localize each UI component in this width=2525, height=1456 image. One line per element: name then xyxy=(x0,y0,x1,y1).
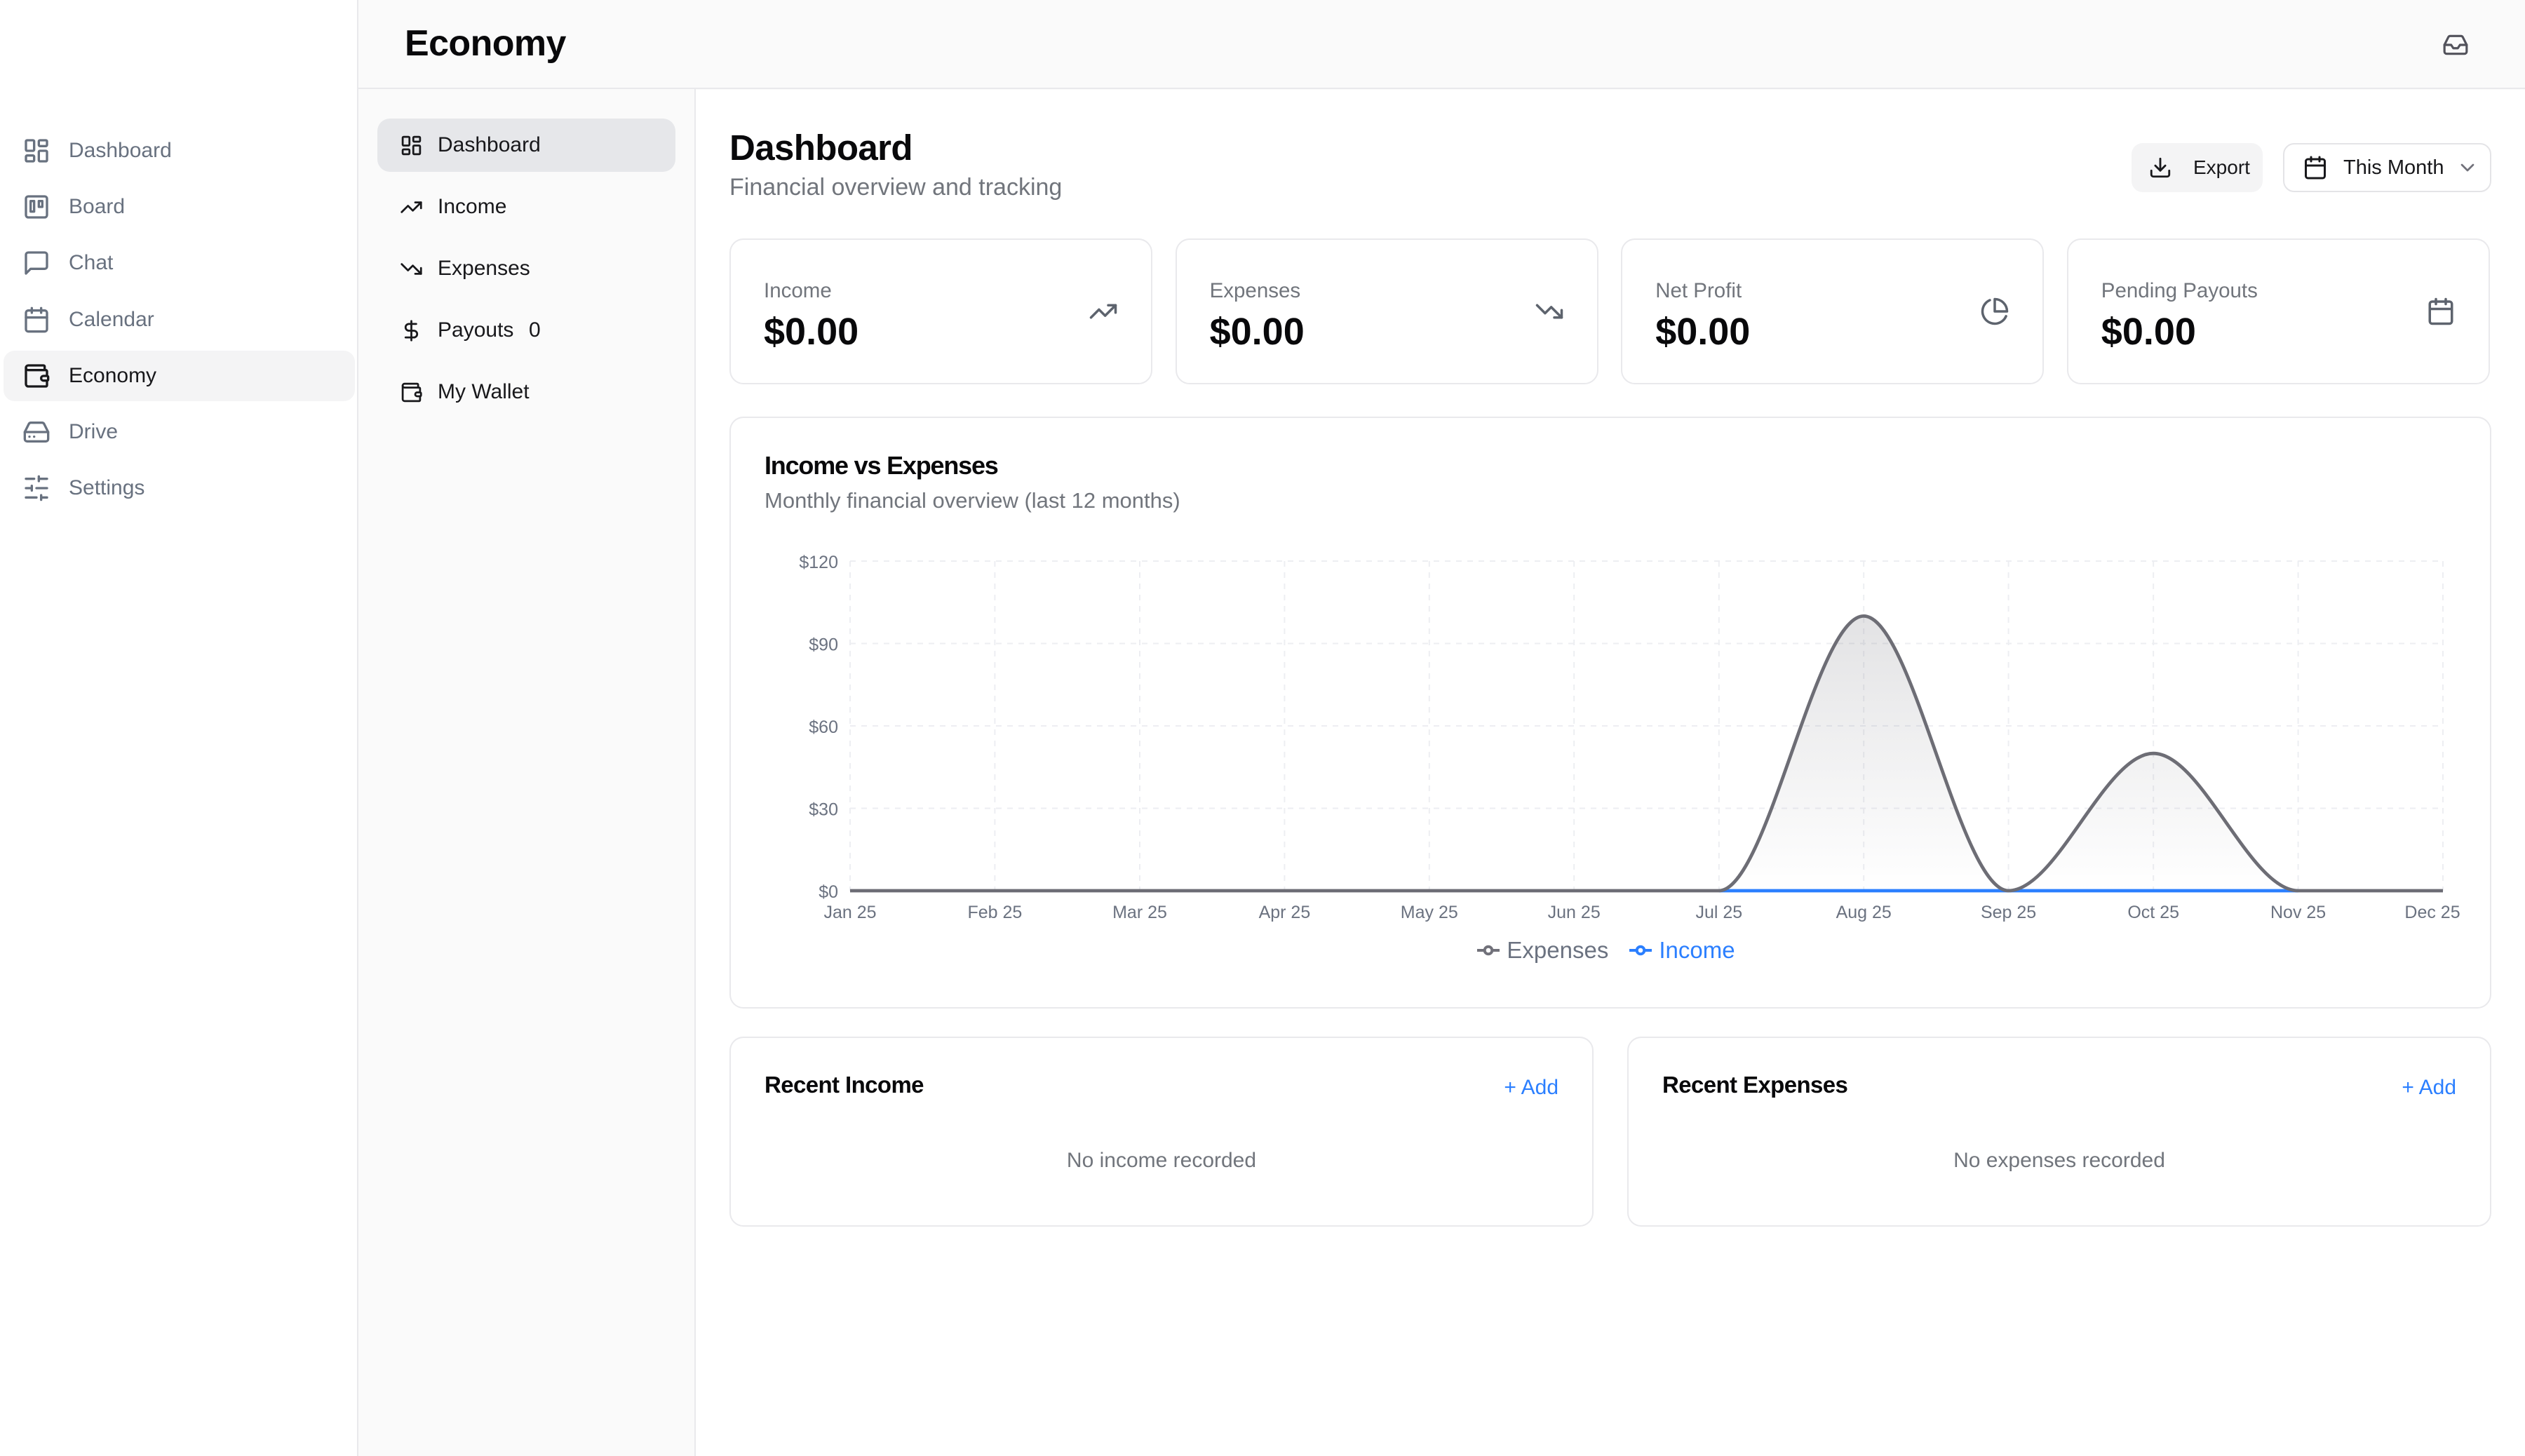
svg-text:Aug 25: Aug 25 xyxy=(1836,903,1892,922)
svg-text:$120: $120 xyxy=(799,553,838,572)
svg-text:Apr 25: Apr 25 xyxy=(1259,903,1311,922)
svg-text:Jun 25: Jun 25 xyxy=(1548,903,1601,922)
svg-text:$30: $30 xyxy=(809,800,838,820)
svg-text:$90: $90 xyxy=(809,635,838,655)
svg-text:$0: $0 xyxy=(819,882,838,902)
svg-text:$60: $60 xyxy=(809,717,838,737)
svg-text:Feb 25: Feb 25 xyxy=(967,903,1022,922)
svg-text:Jul 25: Jul 25 xyxy=(1695,903,1742,922)
svg-text:Sep 25: Sep 25 xyxy=(1981,903,2036,922)
svg-text:Mar 25: Mar 25 xyxy=(1112,903,1167,922)
svg-text:Jan 25: Jan 25 xyxy=(823,903,876,922)
svg-text:Oct 25: Oct 25 xyxy=(2127,903,2179,922)
svg-text:May 25: May 25 xyxy=(1401,903,1458,922)
svg-text:Nov 25: Nov 25 xyxy=(2270,903,2326,922)
svg-text:Dec 25: Dec 25 xyxy=(2404,903,2460,922)
